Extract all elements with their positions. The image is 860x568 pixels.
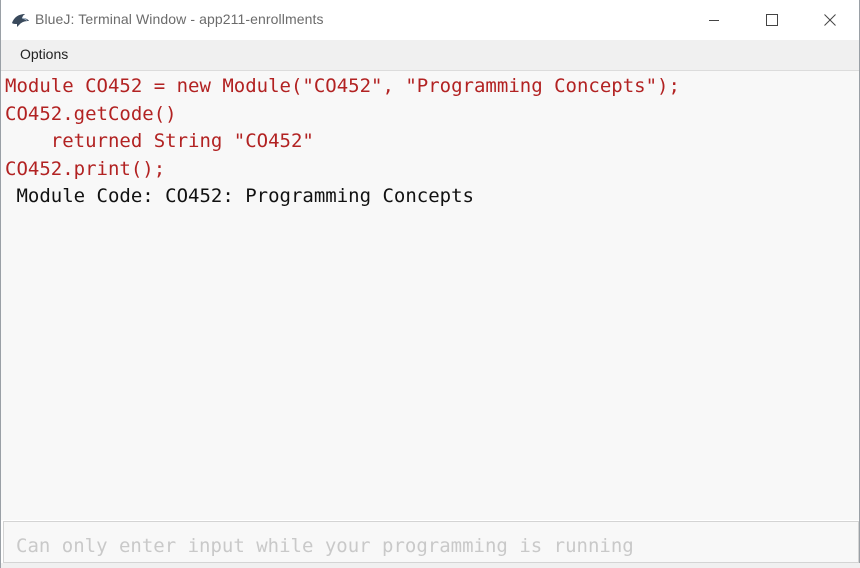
bluej-bird-icon [10,11,30,29]
title-bar[interactable]: BlueJ: Terminal Window - app211-enrollme… [1,0,859,40]
menu-options[interactable]: Options [20,46,68,62]
window-title: BlueJ: Terminal Window - app211-enrollme… [35,11,324,27]
minimize-button[interactable] [685,0,743,40]
underlying-window-edge [1,563,860,568]
minimize-icon [708,14,720,26]
close-button[interactable] [801,0,859,40]
terminal-input-field[interactable] [4,522,858,562]
terminal-input-box [3,521,859,563]
terminal-line-code: returned String "CO452" [5,130,314,152]
terminal-line-output: Module Code: CO452: Programming Concepts [5,185,474,207]
maximize-button[interactable] [743,0,801,40]
terminal-line-code: CO452.getCode() [5,103,177,125]
terminal-line-code: Module CO452 = new Module("CO452", "Prog… [5,75,680,97]
terminal-window: BlueJ: Terminal Window - app211-enrollme… [0,0,860,568]
maximize-icon [766,14,778,26]
terminal-output[interactable]: Module CO452 = new Module("CO452", "Prog… [1,70,859,520]
menu-bar: Options [1,40,859,70]
close-icon [824,14,836,26]
terminal-line-code: CO452.print(); [5,158,166,180]
